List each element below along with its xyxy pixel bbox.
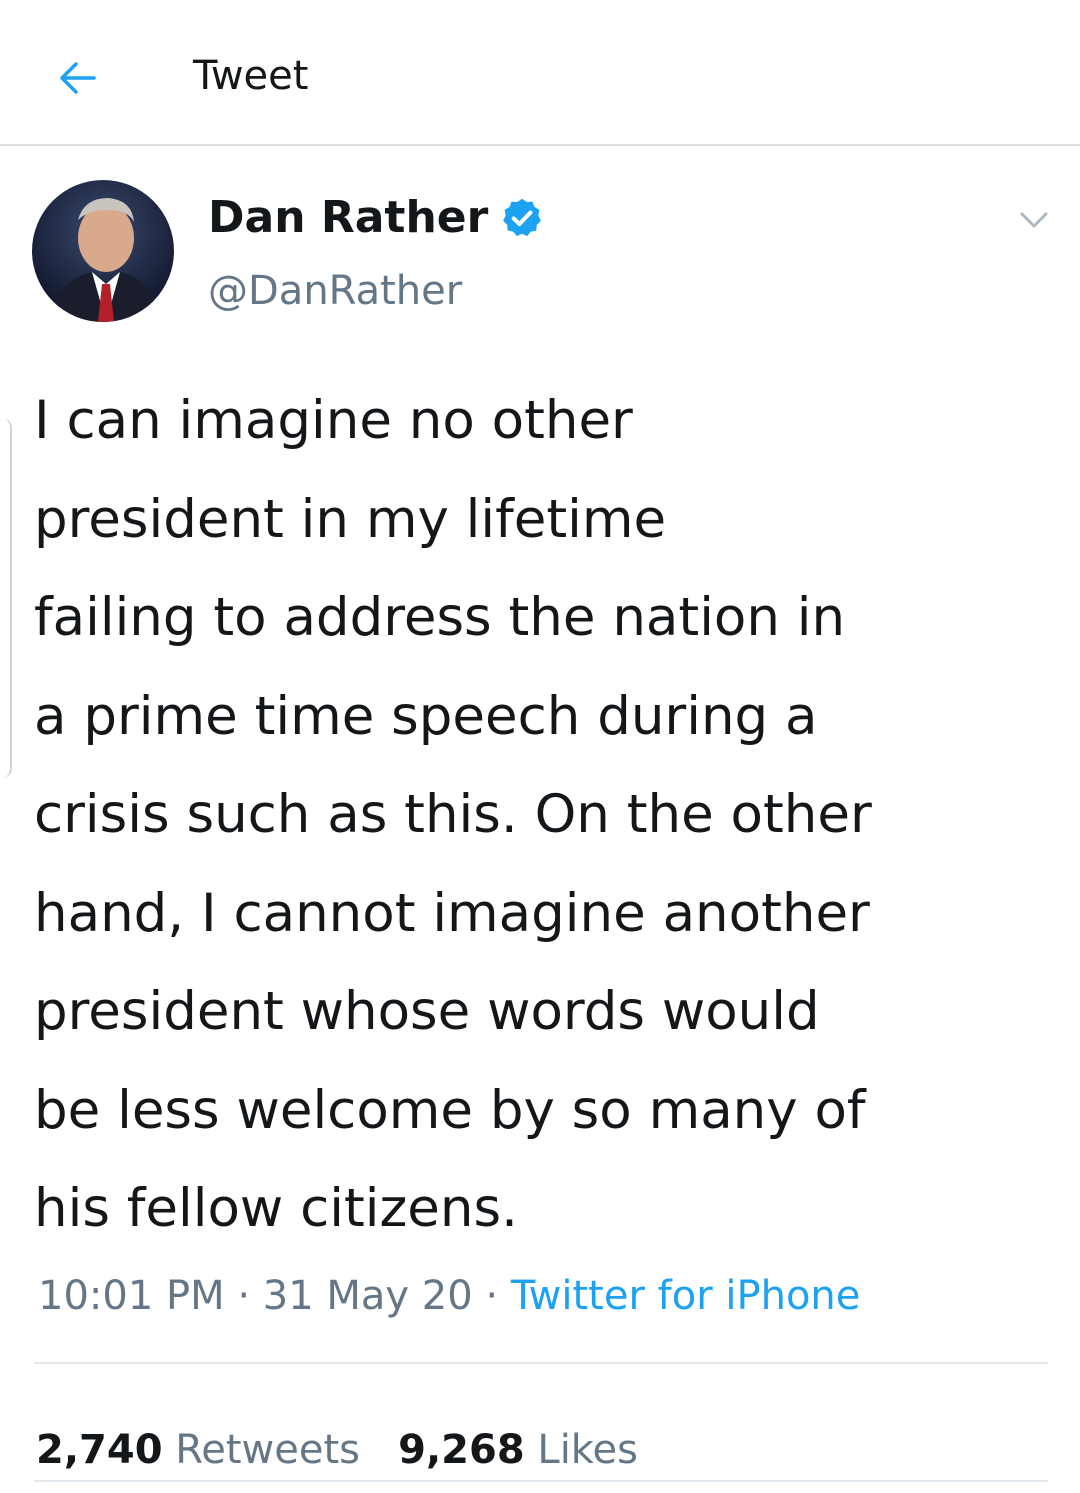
tweet-text-line: failing to address the nation in: [34, 587, 846, 648]
tweet-time: 10:01 PM: [38, 1273, 225, 1319]
meta-separator: ·: [485, 1273, 499, 1319]
top-bar: Tweet: [0, 0, 1080, 146]
tweet-text-line: president in my lifetime: [34, 488, 667, 550]
likes-count: 9,268: [398, 1427, 525, 1473]
divider: [34, 1480, 1048, 1482]
likes-stat[interactable]: 9,268 Likes: [398, 1427, 638, 1473]
likes-label: Likes: [537, 1427, 638, 1473]
tweet-text-line: a prime time speech during a: [34, 685, 818, 747]
tweet-stats: 2,740 Retweets 9,268 Likes: [36, 1422, 638, 1478]
meta-separator: ·: [237, 1273, 251, 1319]
tweet-text-line: president whose words would: [34, 981, 820, 1042]
verified-badge-icon: [503, 198, 542, 237]
tweet-meta: 10:01 PM · 31 May 20 · Twitter for iPhon…: [38, 1266, 860, 1326]
author-handle[interactable]: @DanRather: [208, 265, 462, 317]
tweet-text-line: crisis such as this. On the other: [34, 784, 872, 845]
tweet-body: I can imagine no other president in my li…: [34, 372, 1054, 1259]
arrow-left-icon: [60, 62, 96, 94]
divider: [34, 1362, 1048, 1364]
scroll-edge: [0, 418, 12, 778]
tweet-text-line: his fellow citizens.: [34, 1178, 518, 1239]
tweet-text-line: be less welcome by so many of: [34, 1079, 866, 1141]
tweet-source-link[interactable]: Twitter for iPhone: [511, 1273, 861, 1319]
author-name[interactable]: Dan Rather: [208, 190, 544, 246]
retweets-label: Retweets: [175, 1427, 360, 1473]
tweet-text-line: I can imagine no other: [34, 390, 633, 451]
avatar[interactable]: [32, 180, 174, 322]
retweets-count: 2,740: [36, 1427, 163, 1473]
back-button[interactable]: [48, 48, 108, 108]
tweet-date: 31 May 20: [262, 1273, 473, 1319]
tweet-text-line: hand, I cannot imagine another: [34, 882, 870, 944]
retweets-stat[interactable]: 2,740 Retweets: [36, 1427, 373, 1473]
page-title: Tweet: [193, 53, 309, 99]
chevron-down-icon[interactable]: [1012, 198, 1056, 242]
